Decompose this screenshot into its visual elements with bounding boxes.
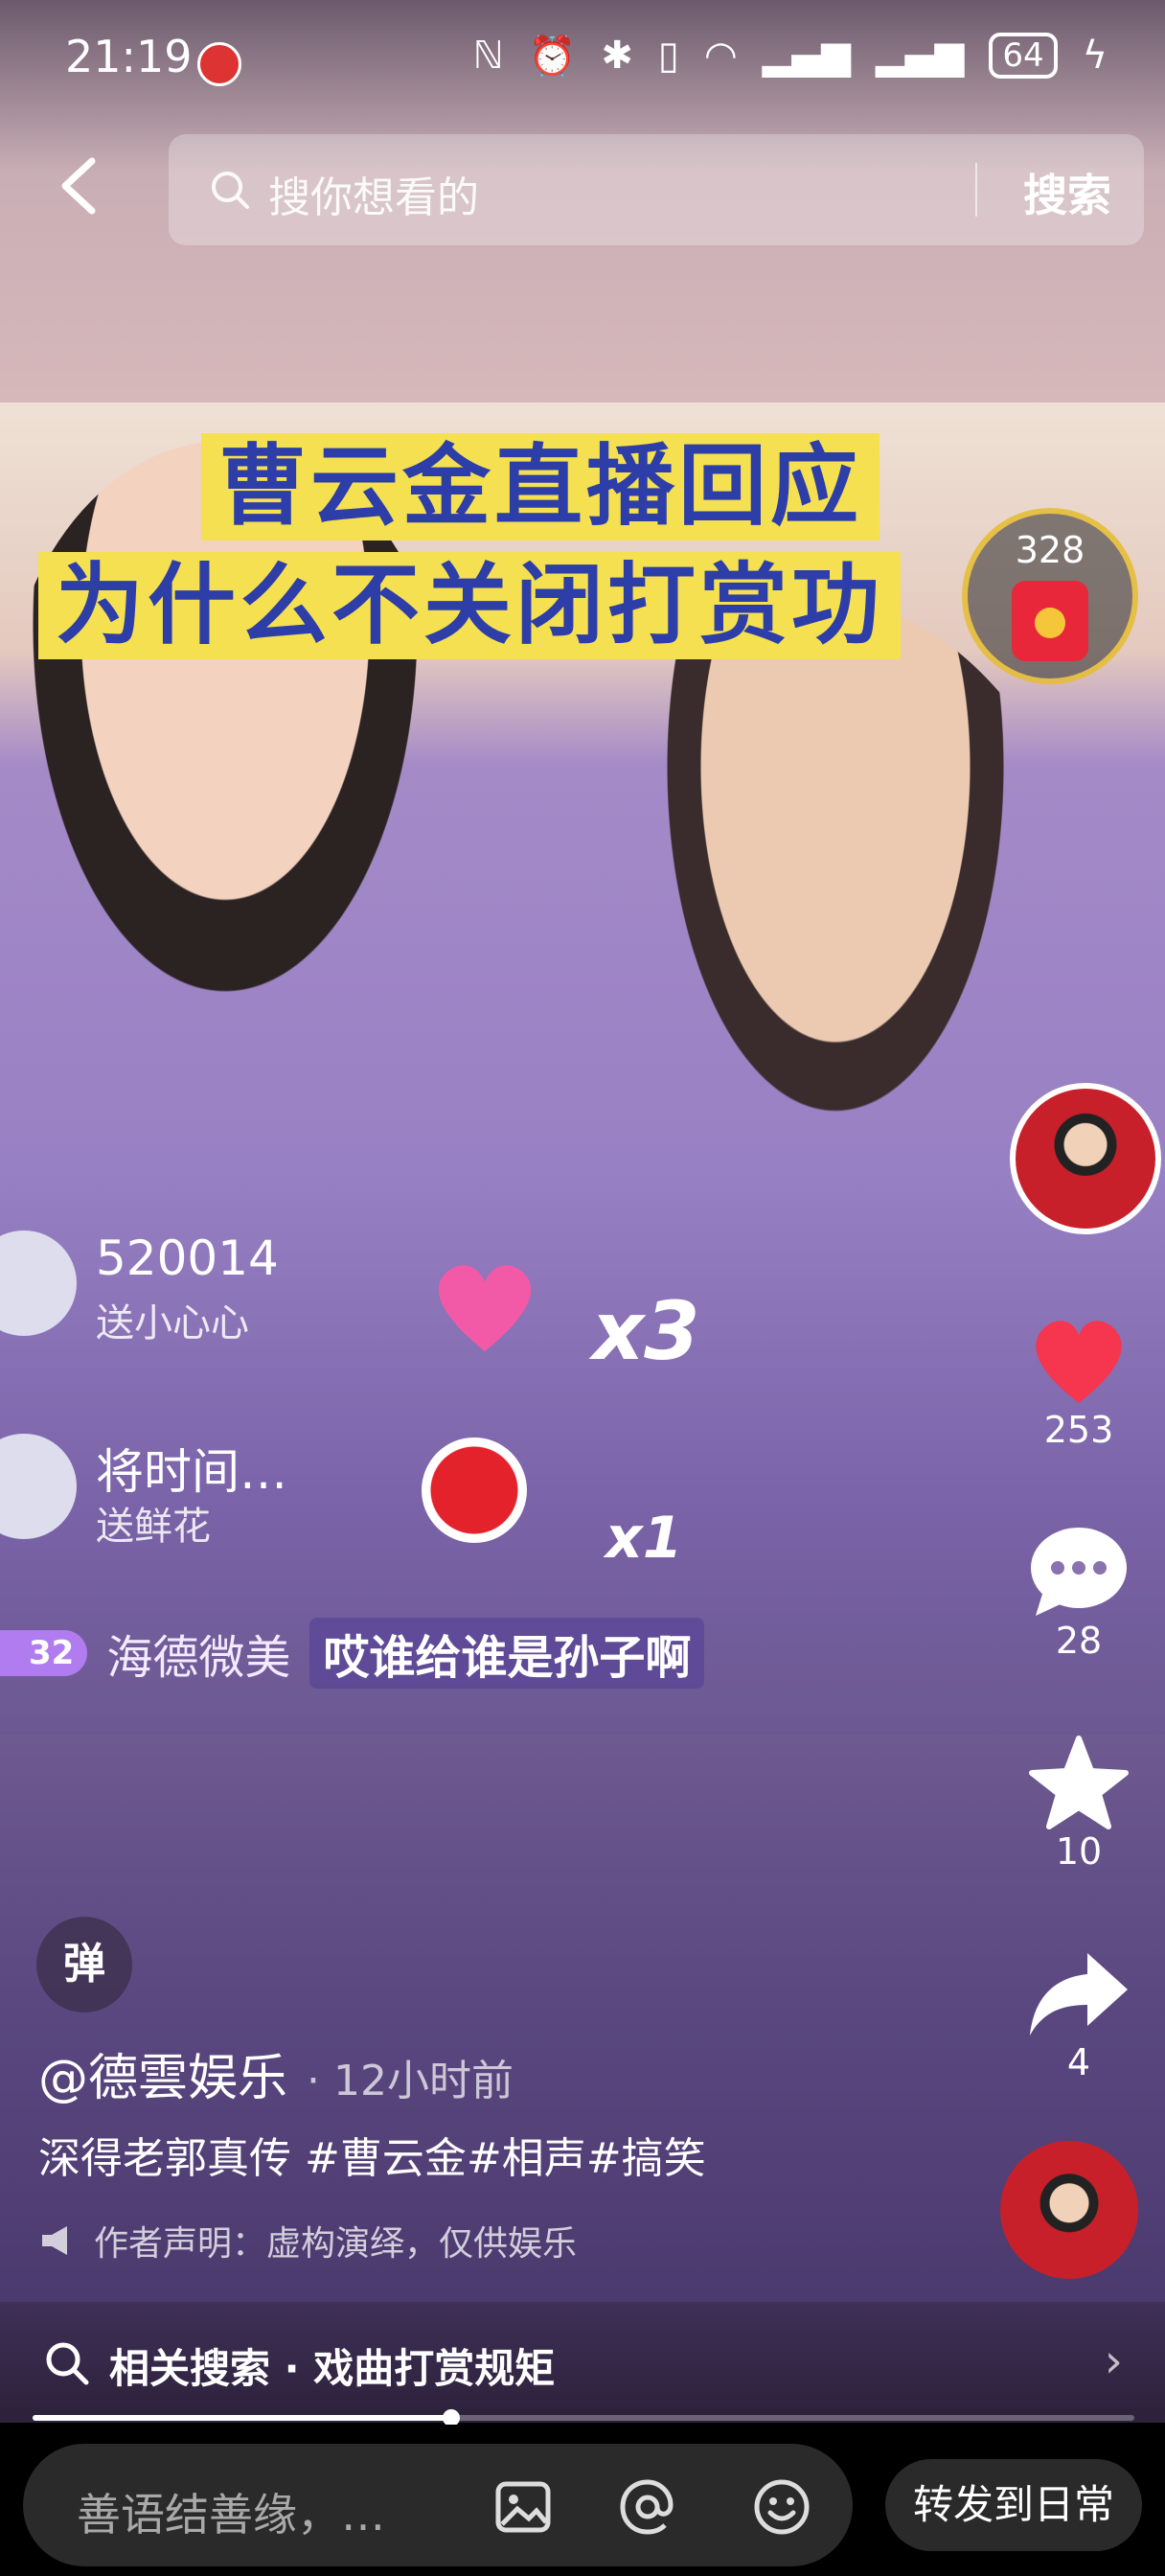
related-search-text: 相关搜索 · 戏曲打赏规矩: [109, 2345, 556, 2392]
progress-fill: [33, 2415, 451, 2421]
music-disc[interactable]: [1000, 2141, 1138, 2279]
wifi-icon: ◠: [703, 34, 738, 78]
share-arrow-icon: [1030, 1953, 1128, 2036]
video-feed-screen: 21:19 ℕ ⏰ ✱ ▯ ◠ ▂▄▆ ▂▄▆ 64 ϟ 搜你想看的 搜索 曹云…: [0, 0, 1165, 2576]
top-bar: 搜你想看的 搜索: [0, 134, 1165, 245]
signal-icon-1: ▂▄▆: [762, 34, 852, 78]
gift-notification: 520014 送小心心: [0, 1217, 402, 1361]
post-caption[interactable]: 深得老郭真传 #曹云金#相声#搞笑: [38, 2124, 706, 2185]
status-bar: 21:19 ℕ ⏰ ✱ ▯ ◠ ▂▄▆ ▂▄▆ 64 ϟ: [0, 0, 1165, 115]
disclaimer-text: 作者声明：虚构演绎，仅供娱乐: [94, 2224, 578, 2264]
heart-icon: [1036, 1321, 1122, 1403]
gift-multiplier: x1: [605, 1505, 683, 1572]
user-level-badge: 32: [0, 1630, 88, 1676]
share-button[interactable]: 4: [993, 1945, 1165, 2083]
vibrate-icon: ▯: [657, 34, 679, 78]
favorite-button[interactable]: 10: [993, 1735, 1165, 1873]
related-search-bar[interactable]: 相关搜索 · 戏曲打赏规矩 ›: [0, 2302, 1165, 2423]
gift-multiplier: x3: [592, 1284, 700, 1378]
signal-icon-2: ▂▄▆: [876, 34, 965, 78]
share-to-daily-button[interactable]: 转发到日常: [885, 2459, 1142, 2551]
gift-user: 将时间…: [96, 1444, 287, 1500]
video-title-line-1: 曹云金直播回应: [201, 433, 880, 540]
emoji-icon[interactable]: [751, 2476, 812, 2538]
back-arrow-icon[interactable]: [56, 157, 102, 215]
search-divider: [975, 163, 977, 217]
flower-gift-icon: [422, 1438, 527, 1543]
post-time: · 12小时前: [307, 2057, 514, 2105]
mention-icon[interactable]: [617, 2476, 678, 2538]
like-button[interactable]: 253: [993, 1313, 1165, 1451]
charging-icon: ϟ: [1082, 34, 1108, 78]
author-name[interactable]: @德雲娱乐: [38, 2050, 287, 2107]
share-count: 4: [1066, 2041, 1091, 2083]
gift-avatar: [0, 1230, 77, 1336]
video-title-line-2: 为什么不关闭打赏功: [38, 552, 902, 659]
status-time: 21:19: [65, 31, 193, 82]
alarm-icon: ⏰: [528, 34, 577, 79]
gift-notification: 将时间… 送鲜花: [0, 1420, 402, 1564]
post-author-line: @德雲娱乐 · 12小时前: [38, 2037, 514, 2109]
live-comment: 32 海德微美 哎谁给谁是孙子啊: [0, 1618, 705, 1689]
chevron-right-icon: ›: [1104, 2334, 1123, 2388]
red-packet-count: 328: [1015, 529, 1085, 571]
heart-gift-icon: [438, 1265, 532, 1351]
danmu-toggle-button[interactable]: 弹: [36, 1917, 132, 2012]
live-comment-user: 海德微美: [106, 1631, 291, 1685]
search-placeholder: 搜你想看的: [268, 173, 479, 222]
comment-icon: [1031, 1528, 1127, 1616]
favorite-count: 10: [1055, 1830, 1103, 1873]
creator-avatar[interactable]: [1010, 1083, 1161, 1234]
notification-avatar-icon: [197, 42, 241, 86]
video-title-banner: 曹云金直播回应 为什么不关闭打赏功: [38, 433, 1131, 673]
action-sidebar: 253 28 10 4: [993, 1083, 1165, 2319]
megaphone-icon: [42, 2226, 67, 2255]
red-packet-icon: [1012, 581, 1088, 661]
image-icon[interactable]: [492, 2476, 554, 2538]
gift-user: 520014: [96, 1230, 279, 1286]
gift-avatar: [0, 1434, 77, 1539]
comment-input-placeholder: 善语结善缘，…: [77, 2489, 385, 2541]
search-bar[interactable]: 搜你想看的 搜索: [169, 134, 1144, 245]
like-count: 253: [1043, 1409, 1114, 1451]
video-progress-bar[interactable]: [33, 2409, 1134, 2426]
nfc-icon: ℕ: [472, 34, 504, 78]
bottom-bar: 善语结善缘，… 转发到日常: [0, 2425, 1165, 2576]
status-icons: ℕ ⏰ ✱ ▯ ◠ ▂▄▆ ▂▄▆ 64 ϟ: [472, 33, 1108, 79]
comment-input[interactable]: 善语结善缘，…: [23, 2444, 853, 2566]
search-icon: [212, 172, 249, 209]
search-button[interactable]: 搜索: [1023, 161, 1111, 224]
author-disclaimer: 作者声明：虚构演绎，仅供娱乐: [38, 2216, 577, 2266]
comment-button[interactable]: 28: [993, 1524, 1165, 1662]
bluetooth-icon: ✱: [601, 34, 633, 78]
gift-action: 送鲜花: [96, 1505, 211, 1549]
comment-count: 28: [1055, 1620, 1103, 1662]
live-comment-text: 哎谁给谁是孙子啊: [309, 1618, 705, 1689]
gift-action: 送小心心: [96, 1301, 249, 1346]
red-packet-widget[interactable]: 328: [962, 508, 1138, 684]
star-icon: [1029, 1736, 1129, 1829]
battery-indicator: 64: [989, 33, 1058, 79]
search-icon: [46, 2342, 89, 2385]
